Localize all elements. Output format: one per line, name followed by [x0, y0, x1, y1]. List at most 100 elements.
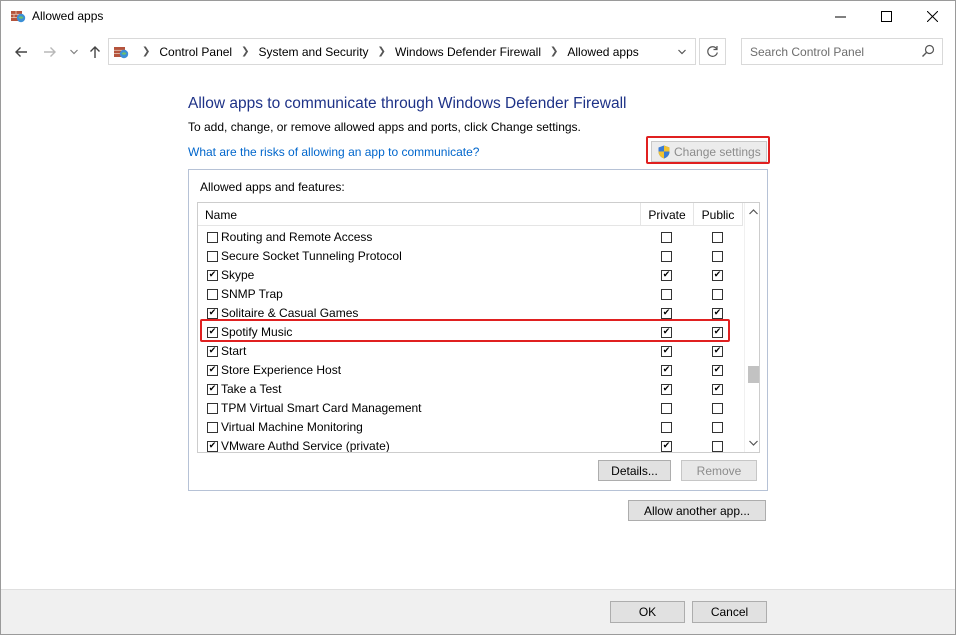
scroll-up-button[interactable] [745, 205, 759, 219]
firewall-app-icon [11, 11, 26, 23]
risks-help-link[interactable]: What are the risks of allowing an app to… [188, 145, 479, 159]
app-enabled-checkbox[interactable] [207, 384, 218, 395]
page-title: Allow apps to communicate through Window… [188, 95, 627, 112]
scroll-down-button[interactable] [745, 436, 759, 450]
spotify-row-highlight [200, 319, 730, 342]
app-enabled-checkbox[interactable] [207, 422, 218, 433]
table-row[interactable]: TPM Virtual Smart Card Management [198, 399, 743, 418]
navigation-bar: ❯ Control Panel ❯ System and Security ❯ … [1, 32, 955, 72]
private-network-checkbox[interactable] [661, 270, 672, 281]
details-button[interactable]: Details... [598, 460, 671, 481]
allowed-apps-label: Allowed apps and features: [200, 180, 345, 194]
app-enabled-checkbox[interactable] [207, 403, 218, 414]
app-enabled-checkbox[interactable] [207, 346, 218, 357]
address-bar[interactable]: ❯ Control Panel ❯ System and Security ❯ … [108, 38, 696, 65]
app-enabled-checkbox[interactable] [207, 308, 218, 319]
ok-button[interactable]: OK [610, 601, 685, 623]
instruction-text: To add, change, or remove allowed apps a… [188, 120, 581, 134]
breadcrumb-system-and-security[interactable]: System and Security [259, 45, 369, 59]
change-settings-highlight [646, 136, 770, 164]
app-name: Solitaire & Casual Games [221, 306, 359, 320]
scroll-thumb[interactable] [748, 366, 759, 383]
chevron-right-icon[interactable]: ❯ [241, 46, 249, 57]
chevron-right-icon[interactable]: ❯ [378, 46, 386, 57]
public-network-checkbox[interactable] [712, 270, 723, 281]
refresh-button[interactable] [699, 38, 726, 65]
remove-button[interactable]: Remove [681, 460, 757, 481]
public-network-checkbox[interactable] [712, 232, 723, 243]
public-network-checkbox[interactable] [712, 384, 723, 395]
private-network-checkbox[interactable] [661, 308, 672, 319]
app-name: Virtual Machine Monitoring [221, 420, 363, 434]
app-enabled-checkbox[interactable] [207, 251, 218, 262]
private-network-checkbox[interactable] [661, 232, 672, 243]
private-network-checkbox[interactable] [661, 365, 672, 376]
public-network-checkbox[interactable] [712, 251, 723, 262]
table-row[interactable]: VMware Authd Service (private) [198, 437, 743, 453]
public-network-checkbox[interactable] [712, 365, 723, 376]
private-network-checkbox[interactable] [661, 346, 672, 357]
private-network-checkbox[interactable] [661, 251, 672, 262]
breadcrumb-allowed-apps[interactable]: Allowed apps [567, 45, 638, 59]
arrow-up-icon [90, 46, 100, 58]
address-history-button[interactable] [669, 39, 695, 64]
app-name: VMware Authd Service (private) [221, 439, 390, 453]
private-network-checkbox[interactable] [661, 289, 672, 300]
app-name: Start [221, 344, 247, 358]
chevron-down-icon [678, 49, 686, 54]
forward-button[interactable] [39, 41, 61, 63]
public-network-checkbox[interactable] [712, 346, 723, 357]
private-network-checkbox[interactable] [661, 403, 672, 414]
table-row[interactable]: Store Experience Host [198, 361, 743, 380]
minimize-icon [834, 16, 846, 18]
breadcrumb-firewall[interactable]: Windows Defender Firewall [395, 45, 541, 59]
app-enabled-checkbox[interactable] [207, 289, 218, 300]
column-header-public[interactable]: Public [693, 203, 743, 226]
breadcrumb: ❯ Control Panel ❯ System and Security ❯ … [133, 39, 639, 64]
column-header-name[interactable]: Name [205, 203, 237, 226]
breadcrumb-control-panel[interactable]: Control Panel [159, 45, 232, 59]
minimize-button[interactable] [817, 1, 863, 32]
column-header-private[interactable]: Private [640, 203, 693, 226]
recent-locations-button[interactable] [63, 41, 85, 63]
chevron-right-icon: ❯ [142, 46, 151, 57]
table-row[interactable]: Start [198, 342, 743, 361]
private-network-checkbox[interactable] [661, 384, 672, 395]
search-box[interactable]: Search Control Panel [741, 38, 943, 65]
close-button[interactable] [909, 1, 955, 32]
private-network-checkbox[interactable] [661, 441, 672, 452]
up-button[interactable] [84, 41, 106, 63]
cancel-button[interactable]: Cancel [692, 601, 767, 623]
control-panel-icon [114, 47, 129, 59]
app-name: TPM Virtual Smart Card Management [221, 401, 422, 415]
public-network-checkbox[interactable] [712, 441, 723, 452]
table-row[interactable]: Secure Socket Tunneling Protocol [198, 247, 743, 266]
public-network-checkbox[interactable] [712, 422, 723, 433]
allowed-apps-window: Allowed apps ❯ Control Panel ❯ System an… [0, 0, 956, 635]
maximize-button[interactable] [863, 1, 909, 32]
table-row[interactable]: Virtual Machine Monitoring [198, 418, 743, 437]
allow-another-app-button[interactable]: Allow another app... [628, 500, 766, 521]
chevron-down-icon [748, 440, 758, 446]
table-row[interactable]: Take a Test [198, 380, 743, 399]
app-name: SNMP Trap [221, 287, 283, 301]
app-enabled-checkbox[interactable] [207, 365, 218, 376]
title-bar: Allowed apps [1, 1, 955, 32]
table-row[interactable]: Routing and Remote Access [198, 228, 743, 247]
search-placeholder[interactable]: Search Control Panel [750, 45, 864, 59]
arrow-right-icon [44, 47, 56, 57]
public-network-checkbox[interactable] [712, 403, 723, 414]
app-enabled-checkbox[interactable] [207, 270, 218, 281]
public-network-checkbox[interactable] [712, 308, 723, 319]
table-row[interactable]: SNMP Trap [198, 285, 743, 304]
list-scrollbar[interactable] [744, 203, 759, 452]
chevron-right-icon[interactable]: ❯ [550, 46, 558, 57]
back-button[interactable] [10, 41, 32, 63]
app-enabled-checkbox[interactable] [207, 232, 218, 243]
close-icon [926, 11, 938, 22]
private-network-checkbox[interactable] [661, 422, 672, 433]
app-enabled-checkbox[interactable] [207, 441, 218, 452]
search-icon[interactable] [921, 44, 935, 58]
public-network-checkbox[interactable] [712, 289, 723, 300]
table-row[interactable]: Skype [198, 266, 743, 285]
